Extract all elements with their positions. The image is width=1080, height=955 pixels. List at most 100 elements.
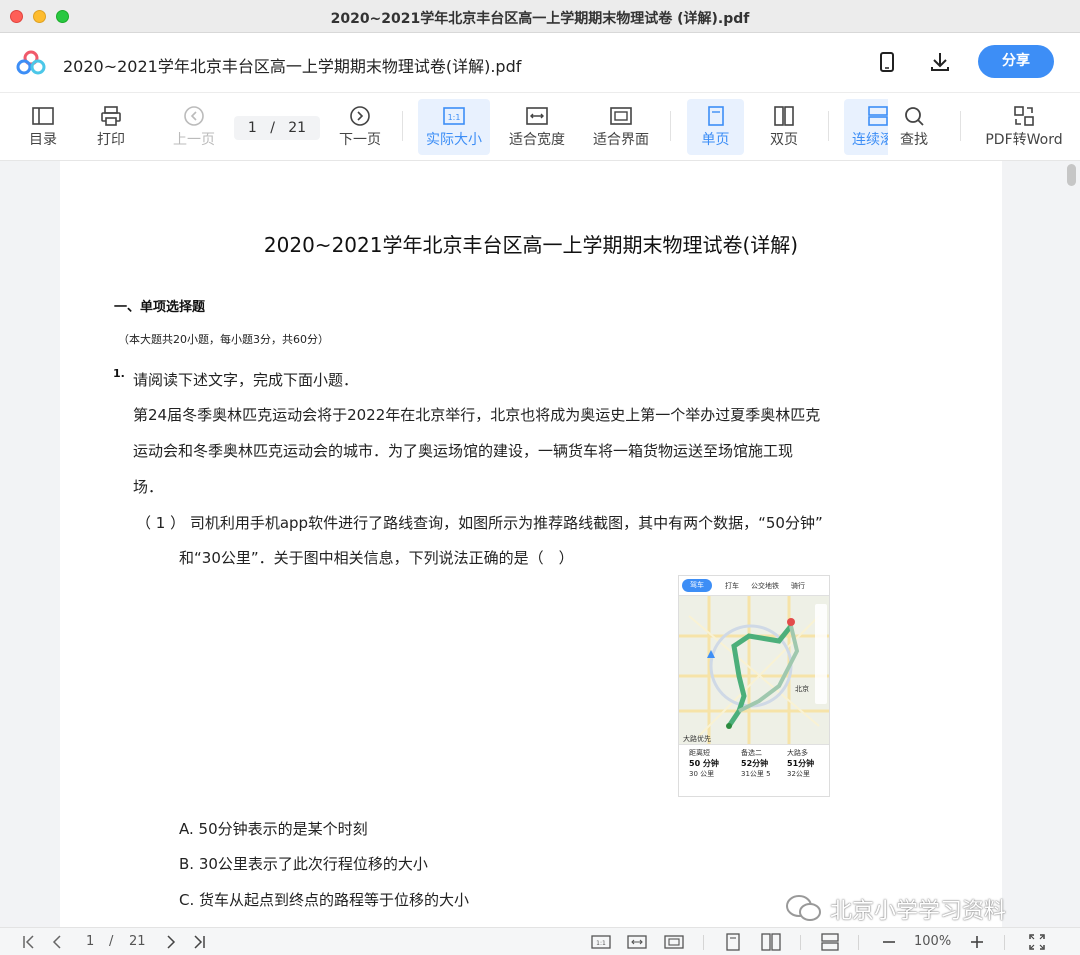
convert-icon [1014, 106, 1034, 126]
next-page-icon[interactable] [162, 933, 180, 951]
continuous-scroll-label: 连续滚 [852, 132, 888, 148]
chevron-left-circle-icon [184, 106, 204, 126]
document-title: 2020~2021学年北京丰台区高一上学期期末物理试卷(详解).pdf [63, 57, 522, 76]
double-page-icon [774, 106, 794, 126]
zoom-level[interactable]: 100% [914, 934, 951, 952]
pdf-to-word-button[interactable]: PDF转Word [982, 99, 1066, 155]
map-tab-transit: 公交地铁 [751, 582, 779, 590]
toolbar-divider [670, 111, 671, 141]
map-start-label: 大路优先 [683, 735, 711, 743]
answer-option-b: B. 30公里表示了此次行程位移的大小 [179, 855, 428, 873]
document-heading: 2020~2021学年北京丰台区高一上学期期末物理试卷(详解) [263, 233, 799, 257]
document-viewer[interactable]: 2020~2021学年北京丰台区高一上学期期末物理试卷(详解) 一、单项选择题 … [0, 161, 1080, 927]
print-button[interactable]: 打印 [88, 99, 134, 155]
svg-text:1:1: 1:1 [448, 113, 461, 122]
toolbar-divider [828, 111, 829, 141]
last-page-icon[interactable] [190, 933, 208, 951]
route-head: 大路多 [787, 749, 808, 757]
actual-size-button[interactable]: 1:1 实际大小 [418, 99, 490, 155]
page-indicator[interactable]: 1 / 21 [234, 116, 320, 140]
map-city-label: 北京 [795, 685, 809, 693]
question-number: 1. [113, 367, 125, 380]
section-subtitle: （本大题共20小题，每小题3分，共60分） [118, 333, 329, 346]
fullscreen-icon[interactable] [1028, 933, 1046, 951]
next-page-label: 下一页 [339, 132, 381, 148]
section-title: 一、单项选择题 [114, 300, 206, 315]
title-bar: 2020~2021学年北京丰台区高一上学期期末物理试卷 (详解).pdf [0, 0, 1080, 33]
route-summary: 距离短 50 分钟 30 公里 备选二 52分钟 31公里 5 大路多 51分钟… [679, 744, 829, 796]
continuous-scroll-icon [868, 106, 888, 126]
route-distance: 30 公里 [689, 770, 715, 778]
pdf-to-word-label: PDF转Word [985, 132, 1063, 148]
status-divider [800, 935, 801, 950]
fit-width-button[interactable]: 适合宽度 [504, 99, 570, 155]
toolbar-divider [960, 111, 961, 141]
route-option[interactable]: 大路多 51分钟 32公里 [787, 748, 814, 779]
single-page-icon[interactable] [722, 933, 744, 951]
question-line: （ 1 ） 司机利用手机app软件进行了路线查询，如图所示为推荐路线截图，其中有… [136, 514, 823, 532]
answer-option-a: A. 50分钟表示的是某个时刻 [179, 820, 368, 838]
double-page-label: 双页 [770, 132, 798, 148]
find-label: 查找 [900, 132, 928, 148]
double-page-button[interactable]: 双页 [760, 99, 808, 155]
zoom-out-icon[interactable] [880, 933, 898, 951]
prev-page-icon[interactable] [48, 933, 66, 951]
double-page-icon[interactable] [760, 933, 782, 951]
phone-icon[interactable] [875, 50, 899, 74]
toc-label: 目录 [29, 132, 57, 148]
zoom-in-icon[interactable] [968, 933, 986, 951]
first-page-icon[interactable] [20, 933, 38, 951]
fit-page-icon [610, 107, 632, 125]
search-icon [905, 107, 924, 126]
question-line: 第24届冬季奥林匹克运动会将于2022年在北京举行，北京也将成为奥运史上第一个举… [133, 406, 821, 424]
route-time: 51分钟 [787, 759, 815, 768]
window-title: 2020~2021学年北京丰台区高一上学期期末物理试卷 (详解).pdf [330, 11, 750, 27]
map-tabs: 驾车 打车 公交地铁 骑行 [679, 576, 829, 596]
page-total: 21 [288, 120, 307, 136]
fit-page-icon[interactable] [663, 933, 685, 951]
prev-page-button[interactable]: 上一页 [168, 99, 220, 155]
toc-icon [32, 107, 54, 125]
prev-page-label: 上一页 [173, 132, 215, 148]
toc-button[interactable]: 目录 [20, 99, 66, 155]
vertical-scrollbar[interactable] [1062, 161, 1080, 927]
answer-option-c: C. 货车从起点到终点的路程等于位移的大小 [179, 891, 470, 909]
status-page-total: 21 [129, 934, 146, 949]
app-logo-icon [16, 50, 46, 75]
continuous-scroll-button[interactable]: 连续滚 [844, 99, 888, 155]
route-head: 备选二 [741, 749, 762, 757]
status-bar: 1 / 21 1:1 100% [0, 927, 1080, 955]
actual-size-icon[interactable]: 1:1 [590, 933, 612, 951]
route-option[interactable]: 距离短 50 分钟 30 公里 [689, 748, 719, 779]
watermark-text: 北京小学学习资料 [830, 899, 1007, 924]
download-icon[interactable] [928, 50, 952, 74]
fit-width-icon[interactable] [626, 933, 648, 951]
pdf-page [60, 161, 1002, 927]
route-map-image: 驾车 打车 公交地铁 骑行 北京 大路优先 距离短 50 分钟 30 公里 备选… [678, 575, 830, 797]
fit-width-icon [526, 107, 548, 125]
question-line: 场． [133, 478, 164, 496]
actual-size-icon: 1:1 [443, 107, 465, 125]
print-label: 打印 [97, 132, 125, 148]
route-distance: 31公里 5 [741, 770, 771, 778]
status-page-current[interactable]: 1 [86, 934, 94, 952]
fit-page-label: 适合界面 [593, 132, 649, 148]
page-current: 1 [247, 120, 257, 136]
route-option[interactable]: 备选二 52分钟 31公里 5 [741, 748, 771, 779]
svg-text:1:1: 1:1 [596, 940, 606, 947]
single-page-button[interactable]: 单页 [687, 99, 744, 155]
continuous-scroll-icon[interactable] [819, 933, 841, 951]
app-header: 2020~2021学年北京丰台区高一上学期期末物理试卷(详解).pdf 分享 [0, 33, 1080, 93]
next-page-button[interactable]: 下一页 [334, 99, 386, 155]
toolbar: 目录 打印 上一页 1 / 21 下一页 1:1 实际大小 适合宽度 适合界面 … [0, 93, 1080, 161]
question-line: 请阅读下述文字，完成下面小题． [133, 371, 359, 389]
actual-size-label: 实际大小 [426, 132, 482, 148]
map-tab-taxi: 打车 [725, 582, 739, 590]
question-line: 和“30公里”．关于图中相关信息，下列说法正确的是（ ） [179, 549, 574, 567]
scrollbar-thumb[interactable] [1067, 164, 1076, 186]
map-roads-graphic [679, 596, 829, 746]
share-button[interactable]: 分享 [978, 45, 1054, 78]
fit-page-button[interactable]: 适合界面 [588, 99, 654, 155]
find-button[interactable]: 查找 [892, 99, 936, 155]
status-divider [703, 935, 704, 950]
